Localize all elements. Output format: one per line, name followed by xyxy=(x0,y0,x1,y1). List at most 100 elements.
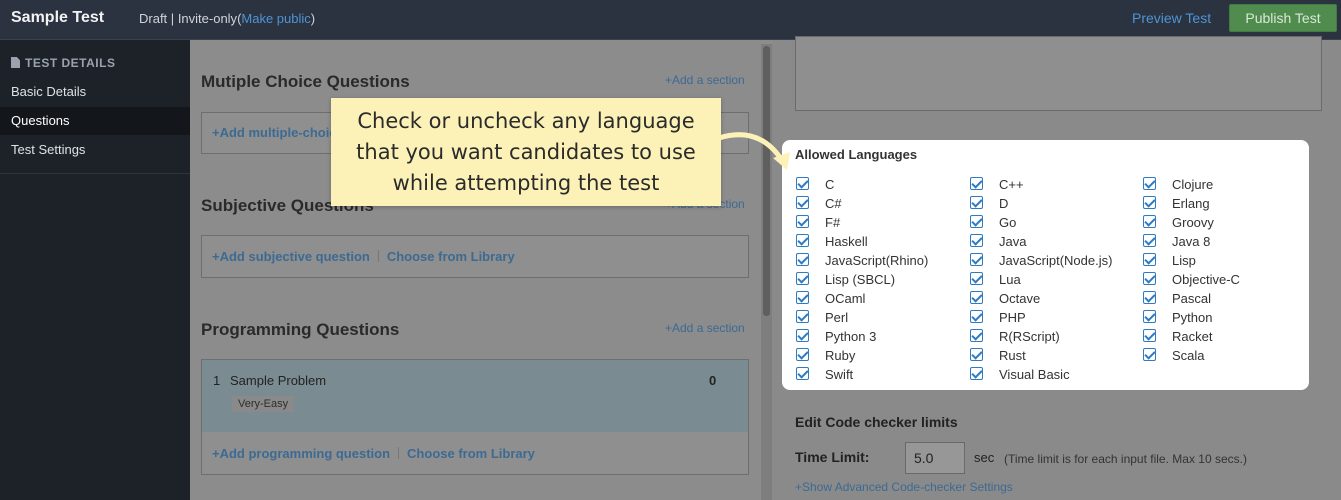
language-label: Python 3 xyxy=(825,329,877,344)
checkbox-checked-icon[interactable] xyxy=(1143,196,1156,209)
language-label: Erlang xyxy=(1172,196,1210,211)
checkbox-checked-icon[interactable] xyxy=(970,215,983,228)
checkbox-checked-icon[interactable] xyxy=(1143,329,1156,342)
scrollbar-thumb[interactable] xyxy=(763,46,770,316)
link-separator xyxy=(398,447,400,459)
language-label: PHP xyxy=(999,310,1026,325)
language-label: Haskell xyxy=(825,234,868,249)
time-limit-label: Time Limit: xyxy=(795,449,870,465)
language-label: Pascal xyxy=(1172,291,1212,306)
choose-library-subjective-link[interactable]: Choose from Library xyxy=(387,249,515,264)
language-label: C# xyxy=(825,196,842,211)
checkbox-checked-icon[interactable] xyxy=(796,348,809,361)
language-label: Ruby xyxy=(825,348,856,363)
checkbox-checked-icon[interactable] xyxy=(796,234,809,247)
publish-test-button[interactable]: Publish Test xyxy=(1229,4,1337,32)
checkbox-checked-icon[interactable] xyxy=(970,367,983,380)
sidebar-item-basic-details[interactable]: Basic Details xyxy=(0,78,190,106)
preview-test-link[interactable]: Preview Test xyxy=(1132,10,1211,26)
problem-row[interactable]: 1 Sample Problem 0 Very-Easy xyxy=(202,360,748,432)
sidebar-heading-label: TEST DETAILS xyxy=(25,56,116,70)
status-draft: Draft xyxy=(139,11,168,26)
checkbox-checked-icon[interactable] xyxy=(970,291,983,304)
language-label: D xyxy=(999,196,1009,211)
language-label: OCaml xyxy=(825,291,866,306)
checkbox-checked-icon[interactable] xyxy=(796,253,809,266)
checkbox-checked-icon[interactable] xyxy=(796,291,809,304)
checkbox-checked-icon[interactable] xyxy=(970,329,983,342)
language-label: Perl xyxy=(825,310,849,325)
checkbox-checked-icon[interactable] xyxy=(1143,215,1156,228)
language-label: JavaScript(Node.js) xyxy=(999,253,1113,268)
mcq-section-title: Mutiple Choice Questions xyxy=(201,72,410,91)
top-bar: Sample Test Draft | Invite-only(Make pub… xyxy=(0,0,1341,40)
sidebar-item-test-settings[interactable]: Test Settings xyxy=(0,136,190,164)
instructions-textarea[interactable] xyxy=(795,36,1322,111)
callout-line: while attempting the test xyxy=(392,171,660,195)
language-label: R(RScript) xyxy=(999,329,1060,344)
language-label: Scala xyxy=(1172,348,1205,363)
choose-library-programming-link[interactable]: Choose from Library xyxy=(407,446,535,461)
curved-arrow-icon xyxy=(716,132,790,170)
test-title: Sample Test xyxy=(11,9,105,26)
visibility-label: Invite-only xyxy=(177,11,238,26)
sidebar-item-questions[interactable]: Questions xyxy=(0,107,190,135)
time-limit-note: (Time limit is for each input file. Max … xyxy=(1004,452,1247,466)
checkbox-checked-icon[interactable] xyxy=(796,177,809,190)
language-label: Lua xyxy=(999,272,1021,287)
language-label: Clojure xyxy=(1172,177,1214,192)
questions-scrollbar[interactable] xyxy=(761,44,772,500)
time-limit-input[interactable]: 5.0 xyxy=(905,442,965,474)
add-section-link-programming[interactable]: +Add a section xyxy=(665,321,745,335)
document-icon xyxy=(11,57,20,68)
allowed-languages-panel: Allowed Languages C C# F# Haskell JavaScript… xyxy=(782,140,1309,390)
programming-section-title: Programming Questions xyxy=(201,320,400,339)
problem-number: 1 xyxy=(213,373,221,388)
checkbox-checked-icon[interactable] xyxy=(970,234,983,247)
checkbox-checked-icon[interactable] xyxy=(1143,272,1156,285)
test-status-meta: Draft | Invite-only(Make public) xyxy=(139,11,316,26)
checkbox-checked-icon[interactable] xyxy=(796,215,809,228)
checkbox-checked-icon[interactable] xyxy=(1143,310,1156,323)
language-label: C xyxy=(825,177,835,192)
problem-score: 0 xyxy=(709,373,717,388)
problem-name[interactable]: Sample Problem xyxy=(230,373,326,388)
language-label: Java xyxy=(999,234,1027,249)
sidebar-divider xyxy=(0,173,190,174)
language-label: Visual Basic xyxy=(999,367,1070,382)
difficulty-badge: Very-Easy xyxy=(232,396,295,412)
checkbox-checked-icon[interactable] xyxy=(970,348,983,361)
checkbox-checked-icon[interactable] xyxy=(970,310,983,323)
add-programming-link[interactable]: +Add programming question xyxy=(212,446,390,461)
sidebar-heading: TEST DETAILS xyxy=(11,56,115,70)
language-label: Lisp xyxy=(1172,253,1196,268)
checkbox-checked-icon[interactable] xyxy=(1143,177,1156,190)
make-public-link[interactable]: Make public xyxy=(241,11,310,26)
show-advanced-settings-link[interactable]: +Show Advanced Code-checker Settings xyxy=(795,480,1013,494)
checkbox-checked-icon[interactable] xyxy=(796,367,809,380)
subjective-box: +Add subjective question Choose from Libr… xyxy=(201,235,749,278)
add-section-link-mcq[interactable]: +Add a section xyxy=(665,73,745,87)
checkbox-checked-icon[interactable] xyxy=(970,253,983,266)
checkbox-checked-icon[interactable] xyxy=(1143,291,1156,304)
checkbox-checked-icon[interactable] xyxy=(1143,253,1156,266)
allowed-languages-heading: Allowed Languages xyxy=(795,147,918,162)
checkbox-checked-icon[interactable] xyxy=(970,177,983,190)
callout-line: Check or uncheck any language xyxy=(357,109,695,133)
checkbox-checked-icon[interactable] xyxy=(1143,234,1156,247)
language-label: Groovy xyxy=(1172,215,1214,230)
callout-text: Check or uncheck any language that you w… xyxy=(331,106,721,199)
checkbox-checked-icon[interactable] xyxy=(796,196,809,209)
language-label: Rust xyxy=(999,348,1026,363)
checkbox-checked-icon[interactable] xyxy=(796,329,809,342)
language-label: Swift xyxy=(825,367,854,382)
language-label: Racket xyxy=(1172,329,1213,344)
checkbox-checked-icon[interactable] xyxy=(970,196,983,209)
checkbox-checked-icon[interactable] xyxy=(970,272,983,285)
language-label: Octave xyxy=(999,291,1041,306)
add-subjective-link[interactable]: +Add subjective question xyxy=(212,249,370,264)
checkbox-checked-icon[interactable] xyxy=(796,272,809,285)
checkbox-checked-icon[interactable] xyxy=(796,310,809,323)
language-label: Python xyxy=(1172,310,1213,325)
checkbox-checked-icon[interactable] xyxy=(1143,348,1156,361)
